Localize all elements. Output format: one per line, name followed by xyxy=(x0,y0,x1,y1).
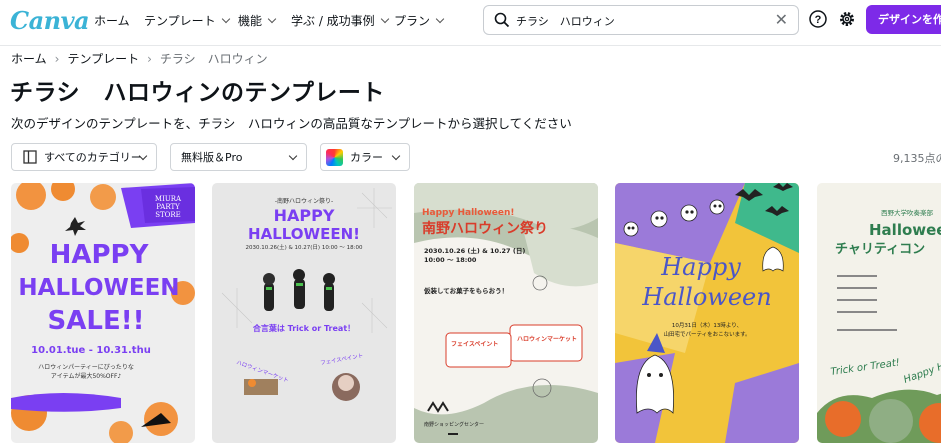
breadcrumb-current: チラシ ハロウィン xyxy=(159,52,268,66)
nav-learn[interactable]: 学ぶ / 成功事例 xyxy=(291,12,389,29)
search-value: チラシ ハロウィン xyxy=(516,15,615,28)
result-count: 9,135点の xyxy=(893,152,941,165)
card2-banner: 合言葉は Trick or Treat！ xyxy=(252,323,355,333)
card5-line2: チャリティコン xyxy=(835,242,925,257)
card3-section: 仮装してお菓子をもらおう！ xyxy=(423,286,508,295)
card1-line2: HALLOWEEN xyxy=(18,275,179,301)
breadcrumb-separator: › xyxy=(147,51,152,66)
breadcrumb-templates[interactable]: テンプレート xyxy=(67,50,139,67)
page-title: チラシ ハロウィンのテンプレート xyxy=(10,80,385,106)
card1-store-1: MIURA xyxy=(155,195,182,203)
template-card-1[interactable]: MIURA PARTY STORE HAPPY HALLOWEEN SALE!!… xyxy=(11,183,195,443)
card3-box2: ハロウィンマーケット xyxy=(517,335,577,343)
template-thumbnail: MIURA PARTY STORE HAPPY HALLOWEEN SALE!!… xyxy=(11,183,195,443)
create-design-button[interactable]: デザインを作成 xyxy=(866,5,941,34)
help-icon[interactable]: ? xyxy=(808,9,828,29)
search-icon xyxy=(494,12,510,28)
gear-icon[interactable] xyxy=(837,9,857,29)
top-bar: Canva ホーム テンプレート 機能 学ぶ / 成功事例 プラン チラシ ハロ… xyxy=(0,0,941,46)
card1-line1: HAPPY xyxy=(50,240,150,270)
card2-line2: HALLOWEEN! xyxy=(248,225,360,243)
card2-date: 2030.10.26(土) & 10.27(日) 10:00 〜 18:00 xyxy=(245,243,363,251)
template-card-3[interactable]: Happy Halloween! 南野ハロウィン祭り 2030.10.26 (土… xyxy=(414,183,598,443)
nav-home[interactable]: ホーム xyxy=(94,12,130,29)
card1-store-3: STORE xyxy=(155,211,181,219)
color-filter[interactable]: カラー xyxy=(320,143,410,171)
card5-eyebrow: 西野大学吹奏楽部 xyxy=(881,208,934,217)
category-filter[interactable]: すべてのカテゴリー xyxy=(11,143,157,171)
page-subtitle: 次のデザインのテンプレートを、チラシ ハロウィンの高品質なテンプレートから選択し… xyxy=(11,116,572,131)
card1-store-2: PARTY xyxy=(156,203,180,211)
template-card-4[interactable]: Happy Halloween 10月31日（木）13時より、 山田宅でパーティ… xyxy=(615,183,799,443)
card3-time: 10:00 〜 18:00 xyxy=(424,256,477,264)
card1-note1: ハロウィンパーティーにぴったりな xyxy=(38,363,134,371)
template-thumbnail: Happy Halloween! 南野ハロウィン祭り 2030.10.26 (土… xyxy=(414,183,598,443)
color-filter-label: カラー xyxy=(350,151,383,164)
price-filter-label: 無料版＆Pro xyxy=(181,151,243,164)
template-thumbnail: -南野ハロウィン祭り- HAPPY HALLOWEEN! 2030.10.26(… xyxy=(212,183,396,443)
template-card-5[interactable]: 西野大学吹奏楽部 Halloween チャリティコン Trick or Trea… xyxy=(817,183,941,443)
card2-eyebrow: -南野ハロウィン祭り- xyxy=(275,197,333,205)
search-input[interactable]: チラシ ハロウィン ✕ xyxy=(483,5,799,35)
card4-date: 10月31日（木）13時より、 xyxy=(672,321,742,329)
card4-script1: Happy xyxy=(660,253,741,281)
template-thumbnail: Happy Halloween 10月31日（木）13時より、 山田宅でパーティ… xyxy=(615,183,799,443)
card4-script2: Halloween xyxy=(641,283,771,311)
nav-features-label: 機能 xyxy=(238,14,263,28)
nav-plans-label: プラン xyxy=(394,14,431,28)
card3-date: 2030.10.26 (土) & 10.27 (日) xyxy=(424,246,525,255)
template-card-2[interactable]: -南野ハロウィン祭り- HAPPY HALLOWEEN! 2030.10.26(… xyxy=(212,183,396,443)
nav-features[interactable]: 機能 xyxy=(238,12,277,29)
card3-eyebrow: Happy Halloween! xyxy=(422,208,514,218)
breadcrumb-home[interactable]: ホーム xyxy=(11,50,47,67)
category-filter-label: すべてのカテゴリー xyxy=(44,151,142,164)
card4-note: 山田宅でパーティをおこないます。 xyxy=(663,330,750,338)
nav-templates[interactable]: テンプレート xyxy=(144,12,230,29)
chevron-down-icon xyxy=(221,14,230,24)
chevron-down-icon xyxy=(380,14,389,24)
chevron-down-icon xyxy=(288,151,298,161)
breadcrumb-separator: › xyxy=(54,51,60,66)
color-swatch-icon xyxy=(326,148,343,166)
layout-icon xyxy=(23,150,37,164)
nav-learn-label: 学ぶ / 成功事例 xyxy=(291,14,375,28)
nav-templates-label: テンプレート xyxy=(144,14,216,28)
card3-box1: フェイスペイント xyxy=(451,341,498,348)
card3-title: 南野ハロウィン祭り xyxy=(422,220,548,237)
card5-line1: Halloween xyxy=(869,221,941,239)
price-filter[interactable]: 無料版＆Pro xyxy=(170,143,307,171)
breadcrumb: ホーム › テンプレート › チラシ ハロウィン xyxy=(11,50,268,67)
card1-line3: SALE!! xyxy=(48,306,145,336)
nav-plans[interactable]: プラン xyxy=(394,12,445,29)
chevron-down-icon xyxy=(391,151,401,161)
svg-text:?: ? xyxy=(815,14,822,26)
chevron-down-icon xyxy=(435,14,445,24)
card1-note2: アイテムが最大50%OFF♪ xyxy=(51,372,122,380)
card3-footer: 南野ショッピングセンター xyxy=(424,421,484,428)
canva-logo[interactable]: Canva xyxy=(10,6,90,35)
template-thumbnail: 西野大学吹奏楽部 Halloween チャリティコン Trick or Trea… xyxy=(817,183,941,443)
clear-search-icon[interactable]: ✕ xyxy=(775,10,788,29)
card2-line1: HAPPY xyxy=(274,206,335,225)
chevron-down-icon xyxy=(267,14,277,24)
card1-dates: 10.01.tue - 10.31.thu xyxy=(31,345,151,356)
nav-home-label: ホーム xyxy=(94,14,130,28)
